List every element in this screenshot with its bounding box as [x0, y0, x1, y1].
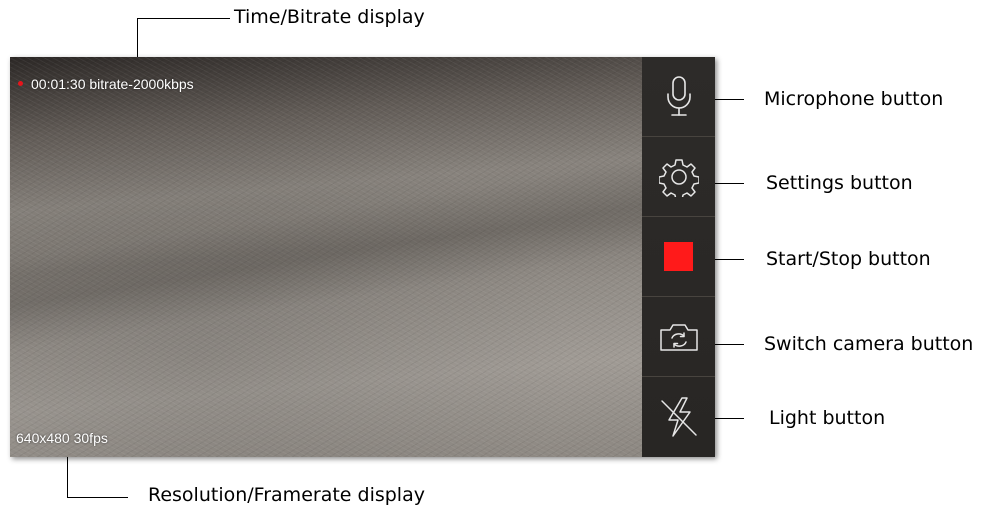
- settings-callout-label: Settings button: [766, 172, 913, 194]
- switch-camera-button[interactable]: [642, 297, 715, 377]
- microphone-button[interactable]: [642, 57, 715, 137]
- recording-indicator: [18, 81, 23, 86]
- switch-camera-callout-label: Switch camera button: [764, 333, 974, 355]
- switch-camera-icon: [658, 320, 700, 354]
- gear-icon: [658, 157, 699, 197]
- start-stop-button[interactable]: [642, 217, 715, 297]
- microphone-icon: [664, 75, 694, 119]
- time-bitrate-leader-vertical: [137, 18, 138, 60]
- control-sidebar: [642, 57, 715, 457]
- time-bitrate-leader-horizontal: [137, 18, 230, 19]
- resolution-framerate-callout-label: Resolution/Framerate display: [148, 484, 425, 506]
- resolution-framerate-leader-vertical: [67, 455, 68, 498]
- light-callout-label: Light button: [769, 407, 886, 429]
- start-stop-callout-label: Start/Stop button: [766, 248, 931, 270]
- stop-icon: [664, 242, 693, 271]
- time-bitrate-callout-label: Time/Bitrate display: [234, 6, 425, 28]
- settings-button[interactable]: [642, 137, 715, 217]
- camera-screen: 00:01:30 bitrate-2000kbps 640x480 30fps: [10, 57, 715, 457]
- resolution-framerate-leader-horizontal: [67, 497, 128, 498]
- time-bitrate-display: 00:01:30 bitrate-2000kbps: [31, 76, 194, 92]
- flash-off-icon: [659, 395, 699, 439]
- camera-viewfinder: 00:01:30 bitrate-2000kbps 640x480 30fps: [10, 57, 642, 457]
- resolution-framerate-display: 640x480 30fps: [16, 430, 108, 446]
- light-button[interactable]: [642, 377, 715, 457]
- microphone-callout-label: Microphone button: [764, 88, 944, 110]
